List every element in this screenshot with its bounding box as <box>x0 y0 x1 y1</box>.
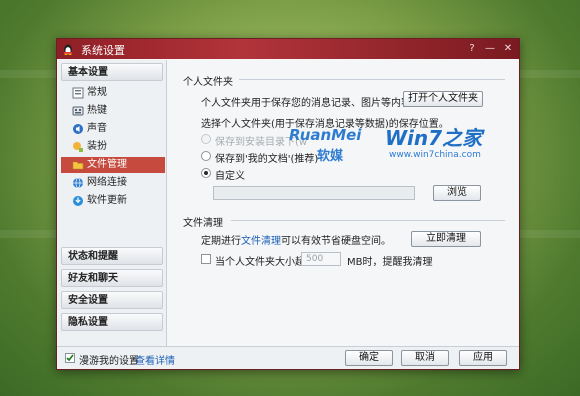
clean-now-button[interactable]: 立即清理 <box>411 231 481 247</box>
sidebar-item-hotkeys[interactable]: 热键 <box>61 103 165 119</box>
roaming-settings-checkbox[interactable] <box>65 353 75 363</box>
title-bar[interactable]: 系统设置 ? — ✕ <box>57 39 519 59</box>
watermark-brand-latin: RuanMei <box>289 126 362 144</box>
minimize-icon[interactable]: — <box>483 42 497 55</box>
watermark-logo-text: Win7之家 <box>385 126 483 150</box>
sidebar-item-update[interactable]: 软件更新 <box>61 193 165 209</box>
threshold-label-prefix: 当个人文件夹大小超过 <box>215 257 315 268</box>
folder-icon <box>72 161 84 170</box>
category-security-settings[interactable]: 安全设置 <box>61 291 163 309</box>
keyboard-icon <box>72 106 84 116</box>
sidebar-item-network[interactable]: 网络连接 <box>61 175 165 191</box>
sidebar-item-label: 软件更新 <box>87 195 127 206</box>
category-basic-settings[interactable]: 基本设置 <box>61 63 163 81</box>
sidebar-item-label: 文件管理 <box>87 159 127 170</box>
watermark-url: www.win7china.com <box>389 150 481 160</box>
cleanup-description: 定期进行文件清理可以有效节省硬盘空间。 <box>201 232 391 247</box>
sidebar-item-skin[interactable]: 装扮 <box>61 139 165 155</box>
close-icon[interactable]: ✕ <box>501 42 515 55</box>
browse-button[interactable]: 浏览 <box>433 185 481 201</box>
category-status-reminders[interactable]: 状态和提醒 <box>61 247 163 265</box>
radio-custom[interactable] <box>201 168 211 178</box>
sidebar-item-label: 声音 <box>87 123 107 134</box>
sidebar-item-label: 常规 <box>87 87 107 98</box>
section-title-file-cleanup: 文件清理 <box>183 218 223 229</box>
radio-install-dir <box>201 134 211 144</box>
divider <box>231 220 505 221</box>
custom-path-input[interactable] <box>213 186 415 200</box>
file-cleanup-link[interactable]: 文件清理 <box>241 236 281 247</box>
cancel-button[interactable]: 取消 <box>401 350 449 366</box>
threshold-label-suffix: MB时，提醒我清理 <box>347 257 433 268</box>
sidebar-item-label: 热键 <box>87 105 107 116</box>
view-details-link[interactable]: 查看详情 <box>135 352 175 367</box>
cleanup-text-suffix: 可以有效节省硬盘空间。 <box>281 236 391 247</box>
help-icon[interactable]: ? <box>465 42 479 55</box>
content-panel: 个人文件夹 个人文件夹用于保存您的消息记录、图片等内容。 打开个人文件夹 选择个… <box>167 60 519 347</box>
watermark-brand-cn: 软媒 <box>317 149 344 164</box>
divider <box>239 79 505 80</box>
cleanup-text-prefix: 定期进行 <box>201 236 241 247</box>
personal-folder-description: 个人文件夹用于保存您的消息记录、图片等内容。 <box>201 98 421 109</box>
option-custom-label[interactable]: 自定义 <box>215 167 245 182</box>
sidebar-item-general[interactable]: 常规 <box>61 85 165 101</box>
open-personal-folder-button[interactable]: 打开个人文件夹 <box>403 91 483 107</box>
general-icon <box>72 87 84 99</box>
sidebar-item-label: 网络连接 <box>87 177 127 188</box>
section-title-personal-folder: 个人文件夹 <box>183 77 233 88</box>
watermark-logo: RuanMei 软媒 Win7之家 www.win7china.com <box>289 120 505 168</box>
check-icon <box>66 354 74 362</box>
radio-my-documents[interactable] <box>201 151 211 161</box>
skin-icon <box>73 142 83 152</box>
window-title: 系统设置 <box>81 44 125 57</box>
sidebar-item-label: 装扮 <box>87 141 107 152</box>
sidebar: 基本设置 常规 热键 声音 装扮 文件管理 网络连接 软件更新 状态和提醒 好友… <box>58 60 167 347</box>
apply-button[interactable]: 应用 <box>459 350 507 366</box>
ok-button[interactable]: 确定 <box>345 350 393 366</box>
footer-bar: 漫游我的设置 查看详情 确定 取消 应用 <box>57 346 519 369</box>
sidebar-item-sound[interactable]: 声音 <box>61 121 165 137</box>
network-icon <box>73 177 83 189</box>
sidebar-item-file-management[interactable]: 文件管理 <box>61 157 165 173</box>
update-icon <box>73 196 83 206</box>
roaming-settings-label[interactable]: 漫游我的设置 <box>79 352 139 367</box>
penguin-icon <box>64 44 72 55</box>
category-friends-chat[interactable]: 好友和聊天 <box>61 269 163 287</box>
settings-window: 系统设置 ? — ✕ 基本设置 常规 热键 声音 装扮 文件管理 网络连接 软件… <box>56 38 520 370</box>
category-privacy-settings[interactable]: 隐私设置 <box>61 313 163 331</box>
size-threshold-checkbox[interactable] <box>201 254 211 264</box>
threshold-size-stepper[interactable]: 500 <box>301 252 341 266</box>
speaker-icon <box>73 124 83 134</box>
